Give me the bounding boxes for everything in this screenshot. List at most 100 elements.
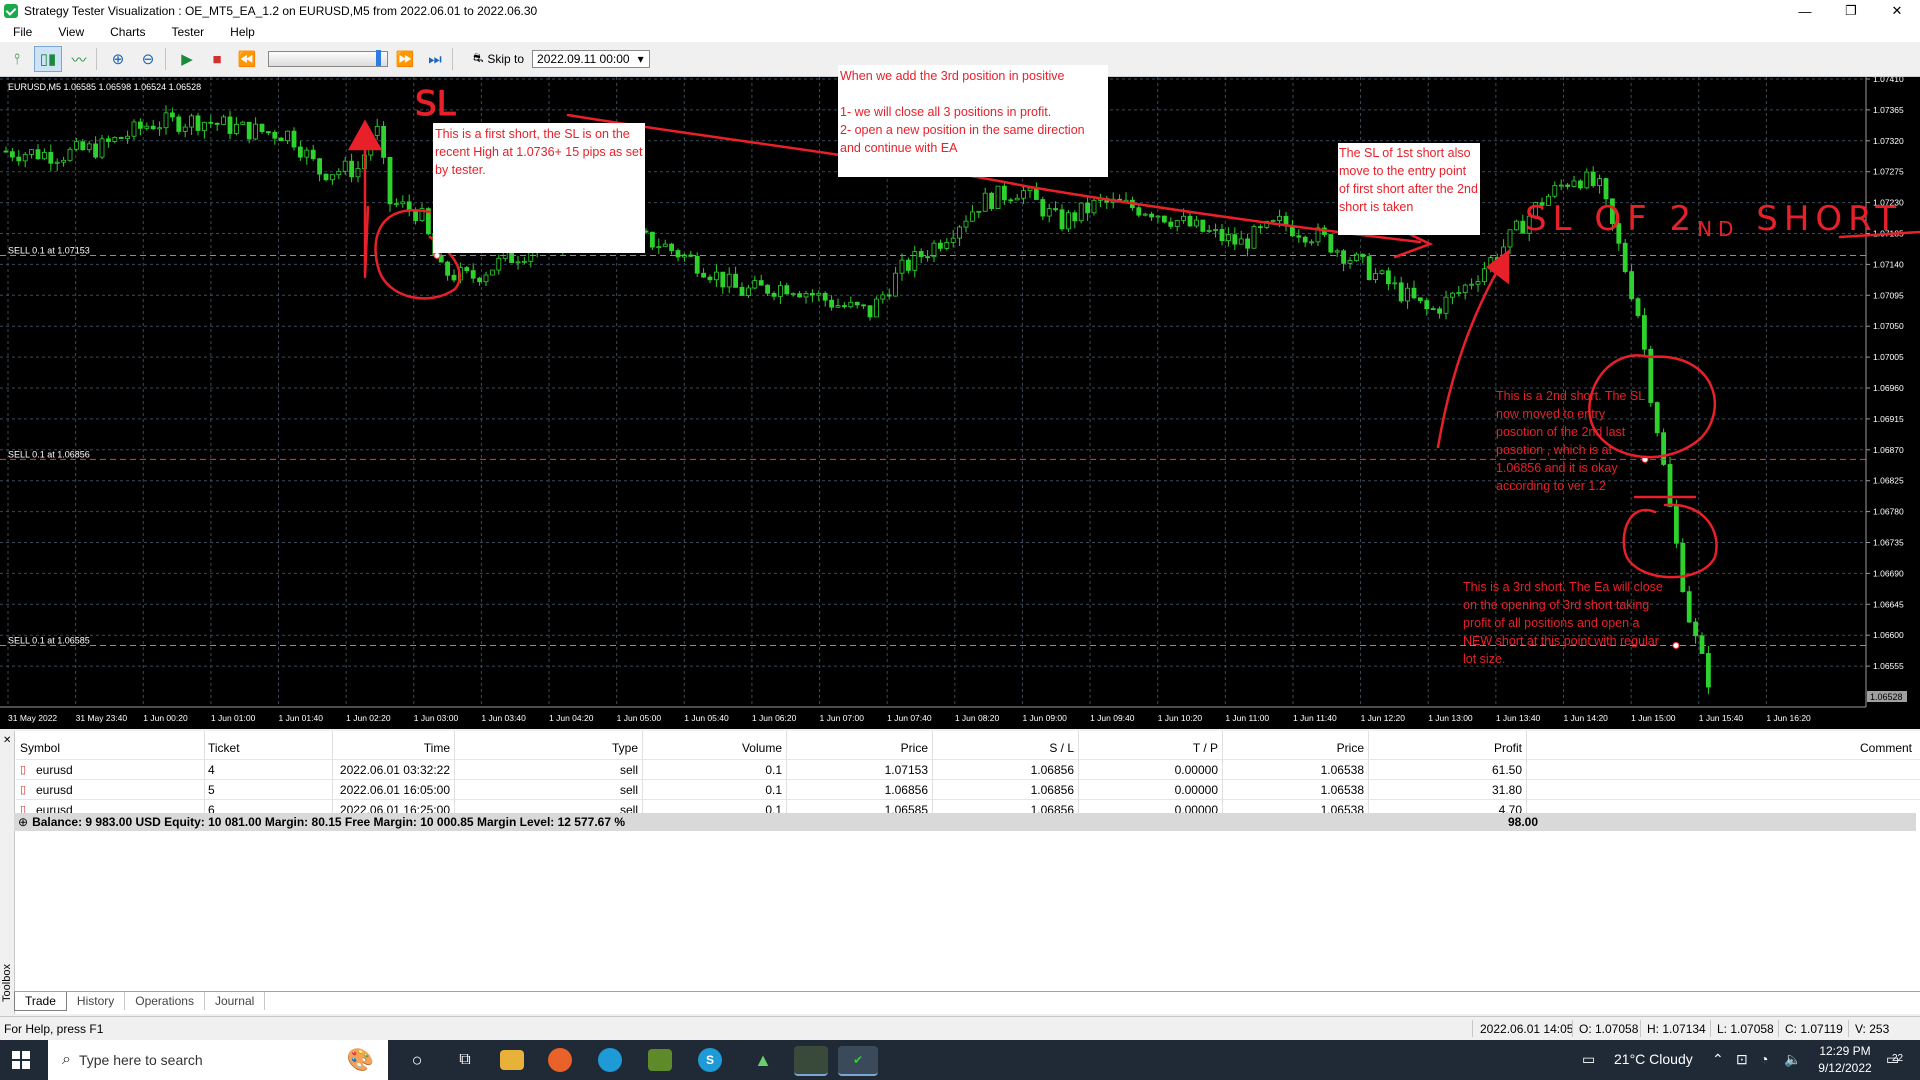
edge-icon[interactable] xyxy=(598,1048,622,1072)
zoom-out-icon[interactable]: ⊖ xyxy=(135,47,161,71)
maximize-button[interactable]: ❐ xyxy=(1828,0,1874,22)
skip-to-date-input[interactable]: 2022.09.11 00:00 ▾ xyxy=(532,50,651,68)
file-explorer-icon[interactable] xyxy=(500,1050,524,1070)
table-cell[interactable]: 1.06538 xyxy=(1226,763,1364,777)
table-header[interactable]: Time xyxy=(336,741,450,755)
expand-icon[interactable]: ⊕ xyxy=(18,815,28,829)
table-header[interactable]: S / L xyxy=(936,741,1074,755)
table-header[interactable]: Price xyxy=(790,741,928,755)
search-highlight-icon[interactable]: 🎨 xyxy=(347,1047,374,1073)
table-cell[interactable]: 0.00000 xyxy=(1082,763,1218,777)
menu-file[interactable]: File xyxy=(0,25,45,39)
bar-chart-icon[interactable]: ⫯ xyxy=(4,47,30,71)
app-icon-tri[interactable]: ▲ xyxy=(748,1046,778,1074)
strategy-tester-icon[interactable]: ✔ xyxy=(838,1046,878,1076)
table-cell[interactable]: eurusd xyxy=(36,783,200,797)
menu-charts[interactable]: Charts xyxy=(97,25,158,39)
table-cell[interactable]: 1.07153 xyxy=(790,763,928,777)
candle-body xyxy=(874,298,879,318)
cortana-icon[interactable]: ○ xyxy=(402,1046,432,1074)
table-cell[interactable]: 2022.06.01 16:05:00 xyxy=(336,783,450,797)
table-header[interactable]: Volume xyxy=(646,741,782,755)
firefox-icon[interactable] xyxy=(548,1048,572,1072)
table-header[interactable]: Profit xyxy=(1372,741,1522,755)
candle-body xyxy=(86,143,92,151)
stop-icon[interactable]: ■ xyxy=(204,47,230,71)
candlestick-icon[interactable]: ▯▮ xyxy=(34,46,62,72)
taskbar-search[interactable]: ⌕ Type here to search 🎨 xyxy=(48,1040,388,1080)
rewind-icon[interactable]: ⏪ xyxy=(234,47,260,71)
tab-history[interactable]: History xyxy=(67,992,126,1010)
table-cell[interactable]: 4 xyxy=(208,763,328,777)
terminal-app-icon[interactable] xyxy=(794,1046,828,1076)
task-view-icon[interactable]: ⧉ xyxy=(450,1046,480,1074)
table-cell[interactable]: sell xyxy=(458,763,638,777)
calendar-dropdown-icon[interactable]: ▾ xyxy=(638,52,644,66)
table-header[interactable]: Ticket xyxy=(208,741,328,755)
clock-time[interactable]: 12:29 PM xyxy=(1812,1044,1878,1058)
table-header[interactable]: Comment xyxy=(1530,741,1912,755)
speed-slider[interactable] xyxy=(268,50,388,67)
table-header[interactable]: T / P xyxy=(1082,741,1218,755)
candle-body xyxy=(1270,220,1276,222)
menu-view[interactable]: View xyxy=(45,25,97,39)
table-cell[interactable]: eurusd xyxy=(36,763,200,777)
table-cell[interactable]: 1.06856 xyxy=(936,763,1074,777)
close-toolbox-icon[interactable]: ✕ xyxy=(3,735,11,746)
weather-text[interactable]: 21°C Cloudy xyxy=(1614,1051,1693,1067)
candle-body xyxy=(1437,308,1442,314)
mt5-app-icon[interactable] xyxy=(648,1049,672,1071)
windows-start-icon[interactable] xyxy=(12,1051,30,1069)
minimize-button[interactable]: — xyxy=(1782,0,1828,22)
table-cell[interactable]: 1.06856 xyxy=(936,783,1074,797)
table-header[interactable]: Symbol xyxy=(20,741,200,755)
tab-trade[interactable]: Trade xyxy=(14,992,67,1011)
candle-body xyxy=(1136,207,1142,216)
candle-body xyxy=(1392,282,1398,285)
candle-body xyxy=(938,242,943,249)
table-cell[interactable]: 2022.06.01 03:32:22 xyxy=(336,763,450,777)
table-cell[interactable]: 31.80 xyxy=(1372,783,1522,797)
volume-icon[interactable]: 🔈 xyxy=(1784,1051,1801,1068)
candle-body xyxy=(1590,171,1596,187)
table-cell[interactable]: 1.06538 xyxy=(1226,783,1364,797)
close-button[interactable]: ✕ xyxy=(1874,0,1920,22)
candle-body xyxy=(694,255,700,274)
table-cell[interactable]: 5 xyxy=(208,783,328,797)
weather-icon[interactable]: ▭ xyxy=(1582,1051,1595,1068)
candle-body xyxy=(22,153,28,162)
clock-date[interactable]: 9/12/2022 xyxy=(1812,1061,1878,1075)
tab-operations[interactable]: Operations xyxy=(125,992,205,1010)
tray-chevron-icon[interactable]: ⌃ xyxy=(1712,1051,1724,1068)
time-label: 1 Jun 03:40 xyxy=(481,713,526,723)
network-icon[interactable]: ◔ xyxy=(1760,1051,1768,1067)
table-cell[interactable]: sell xyxy=(458,783,638,797)
fast-forward-icon[interactable]: ⏩ xyxy=(392,47,418,71)
meet-now-icon[interactable]: ⊡ xyxy=(1736,1051,1748,1068)
price-chart[interactable]: SELL 0.1 at 1.07153 SELL 0.1 at 1.06856 SE… xyxy=(0,65,1920,729)
time-label: 1 Jun 15:00 xyxy=(1631,713,1676,723)
candle-body xyxy=(195,115,201,131)
candle-body xyxy=(707,276,713,281)
table-cell[interactable]: 0.1 xyxy=(646,783,782,797)
zoom-in-icon[interactable]: ⊕ xyxy=(105,47,131,71)
table-cell[interactable]: 0.1 xyxy=(646,763,782,777)
price-label: 1.07320 xyxy=(1873,136,1904,146)
table-header[interactable]: Type xyxy=(458,741,638,755)
play-icon[interactable]: ▶ xyxy=(174,47,200,71)
menu-tester[interactable]: Tester xyxy=(158,25,217,39)
line-chart-icon[interactable]: 〰 xyxy=(66,47,92,71)
toolbox-sidebar: ✕ Toolbox xyxy=(0,731,15,1014)
speed-slider-thumb[interactable] xyxy=(376,50,381,66)
table-cell[interactable]: 0.00000 xyxy=(1082,783,1218,797)
table-header[interactable]: Price xyxy=(1226,741,1364,755)
menu-help[interactable]: Help xyxy=(217,25,268,39)
candle-body xyxy=(1309,241,1314,244)
table-cell[interactable]: 61.50 xyxy=(1372,763,1522,777)
skype-icon[interactable]: S xyxy=(698,1048,722,1072)
skip-end-icon[interactable]: ⏭ xyxy=(422,47,448,71)
table-cell[interactable]: 1.06856 xyxy=(790,783,928,797)
tab-journal[interactable]: Journal xyxy=(205,992,266,1010)
candle-body xyxy=(528,251,534,262)
price-label: 1.06915 xyxy=(1873,414,1904,424)
